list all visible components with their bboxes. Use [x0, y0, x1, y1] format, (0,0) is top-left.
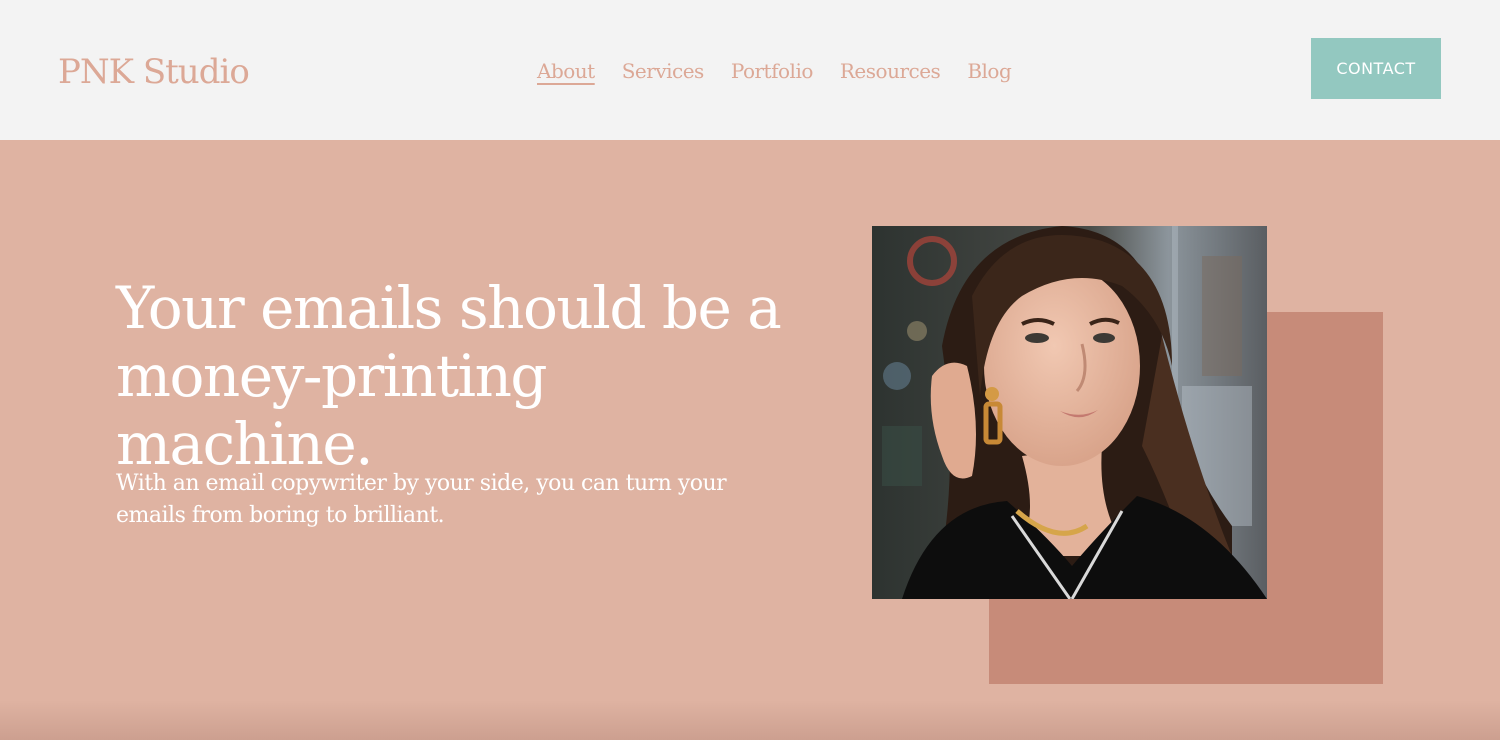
- page: PNK Studio About Services Portfolio Reso…: [0, 0, 1500, 740]
- hero-subtitle-line-2: emails from boring to brilliant.: [116, 503, 445, 528]
- nav-link-resources[interactable]: Resources: [840, 56, 941, 86]
- main-nav: About Services Portfolio Resources Blog: [537, 56, 1012, 86]
- hero-title: Your emails should be a money-printing m…: [116, 274, 796, 478]
- hero-subtitle: With an email copywriter by your side, y…: [116, 468, 736, 532]
- bottom-shadow: [0, 700, 1500, 740]
- nav-link-about[interactable]: About: [537, 56, 595, 86]
- nav-link-services[interactable]: Services: [622, 56, 705, 86]
- nav-link-portfolio[interactable]: Portfolio: [731, 56, 814, 86]
- contact-button[interactable]: CONTACT: [1311, 38, 1441, 99]
- hero-title-line-2: money-printing machine.: [116, 342, 548, 478]
- site-logo[interactable]: PNK Studio: [58, 50, 250, 94]
- site-header: PNK Studio About Services Portfolio Reso…: [0, 0, 1500, 140]
- nav-link-blog[interactable]: Blog: [967, 56, 1011, 86]
- portrait-photo: [872, 226, 1267, 599]
- portrait-illustration: [872, 226, 1267, 599]
- hero-title-line-1: Your emails should be a: [116, 274, 782, 342]
- hero-subtitle-line-1: With an email copywriter by your side, y…: [116, 471, 727, 496]
